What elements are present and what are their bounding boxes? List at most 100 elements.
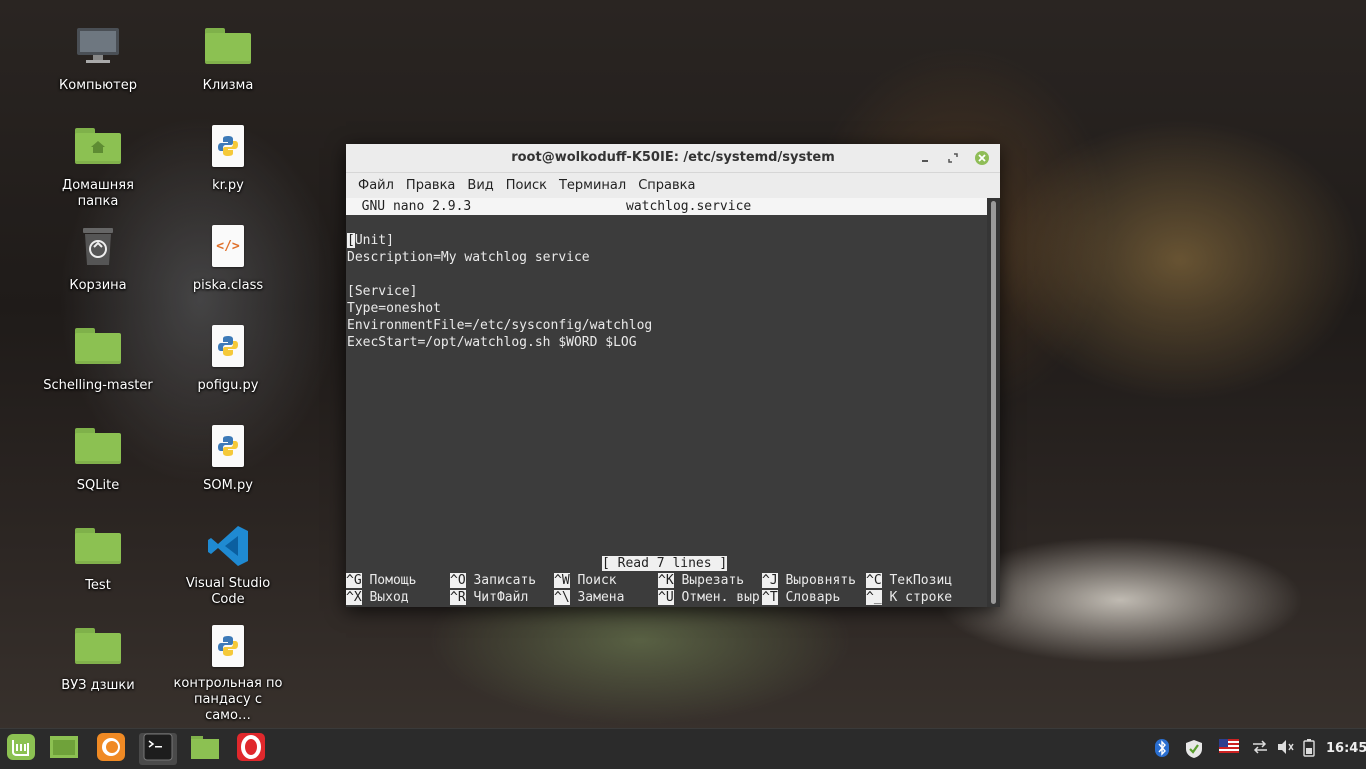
shortcut-label: Выровнять	[785, 573, 856, 588]
desktop-icon-label: контрольная по пандасу с само…	[173, 676, 283, 723]
shortcut-label: Словарь	[785, 590, 841, 605]
shortcut-label: Записать	[473, 573, 537, 588]
python-file-icon	[204, 624, 252, 668]
shortcut-key: ^X	[346, 590, 362, 605]
shortcut-key: ^J	[762, 573, 778, 588]
terminal-icon	[143, 733, 173, 765]
shortcut-label: ТекПозиц	[889, 573, 953, 588]
shortcut-replace: ^\ Замена	[554, 589, 624, 606]
window-titlebar[interactable]: root@wolkoduff-K50IE: /etc/systemd/syste…	[346, 144, 1000, 173]
desktop-icon-label: Корзина	[69, 278, 127, 293]
desktop-icon-kr-py[interactable]: kr.py	[173, 124, 283, 194]
home-folder-icon	[74, 124, 122, 168]
terminal-area[interactable]: GNU nano 2.9.3 watchlog.service [Unit] D…	[346, 198, 987, 607]
menu-search[interactable]: Поиск	[500, 178, 553, 193]
editor-line-5[interactable]: Type=oneshot	[347, 300, 441, 317]
shortcut-label: Поиск	[577, 573, 617, 588]
keyboard-layout-flag-icon[interactable]	[1219, 739, 1239, 757]
desktop-icon-kontrolnaya[interactable]: контрольная по пандасу с само…	[173, 624, 283, 724]
show-desktop-icon	[49, 734, 79, 764]
clock[interactable]: 16:45	[1326, 741, 1366, 756]
shortcut-label: Замена	[577, 590, 625, 605]
menu-terminal[interactable]: Терминал	[553, 178, 632, 193]
code-file-icon: </>	[204, 224, 252, 268]
desktop-icon-test[interactable]: Test	[43, 524, 153, 594]
menu-help[interactable]: Справка	[632, 178, 701, 193]
nano-header: GNU nano 2.9.3 watchlog.service	[346, 198, 987, 215]
mint-menu-button[interactable]	[2, 733, 40, 765]
shortcut-key: ^O	[450, 573, 466, 588]
menu-edit[interactable]: Правка	[400, 178, 461, 193]
shortcut-uncut: ^U Отмен. выр	[658, 589, 760, 606]
bluetooth-icon[interactable]	[1155, 739, 1169, 761]
editor-line-text: Unit]	[354, 233, 394, 248]
desktop-icon-computer[interactable]: Компьютер	[43, 24, 153, 94]
volume-icon[interactable]	[1277, 739, 1295, 759]
shortcut-justify: ^J Выровнять	[762, 572, 856, 589]
show-desktop-button[interactable]	[45, 733, 83, 765]
desktop-icon-pofigu-py[interactable]: pofigu.py	[173, 324, 283, 394]
desktop-icon-label: kr.py	[212, 178, 244, 193]
editor-line-7[interactable]: ExecStart=/opt/watchlog.sh $WORD $LOG	[347, 334, 637, 351]
desktop-icon-label: SOM.py	[203, 478, 253, 493]
terminal-window[interactable]: root@wolkoduff-K50IE: /etc/systemd/syste…	[346, 144, 1000, 607]
desktop-icon-trash[interactable]: Корзина	[43, 224, 153, 294]
shortcut-goto-line: ^_ К строке	[866, 589, 952, 606]
desktop-icon-label: Компьютер	[59, 78, 137, 93]
desktop-icon-label: ВУЗ дзшки	[61, 678, 135, 693]
firefox-button[interactable]	[92, 733, 130, 765]
scrollbar-thumb[interactable]	[991, 201, 996, 604]
python-file-icon	[204, 424, 252, 468]
firefox-icon	[96, 732, 126, 766]
desktop-icon-schelling-master[interactable]: Schelling-master	[43, 324, 153, 394]
desktop-icon-label: SQLite	[76, 478, 120, 493]
editor-line-4[interactable]: [Service]	[347, 283, 417, 300]
opera-icon	[236, 732, 266, 766]
nano-version: GNU nano 2.9.3	[346, 199, 472, 214]
shortcut-key: ^T	[762, 590, 778, 605]
shortcut-key: ^W	[554, 573, 570, 588]
shortcut-label: ЧитФайл	[473, 590, 529, 605]
desktop-icon-label: Клизма	[202, 78, 254, 93]
desktop-icon-home-folder[interactable]: Домашняя папка	[43, 124, 153, 210]
desktop-icon-label: Test	[85, 578, 111, 593]
editor-line-2[interactable]: Description=My watchlog service	[347, 249, 590, 266]
desktop-icon-piska-class[interactable]: </> piska.class	[173, 224, 283, 294]
shortcut-cut: ^K Вырезать	[658, 572, 744, 589]
network-icon[interactable]	[1251, 739, 1269, 759]
shortcut-label: Отмен. выр	[681, 590, 760, 605]
computer-icon	[74, 24, 122, 68]
desktop-icon-label: piska.class	[192, 278, 264, 293]
opera-button[interactable]	[232, 733, 270, 765]
folder-icon	[74, 424, 122, 468]
shortcut-label: К строке	[889, 590, 953, 605]
mint-menu-icon	[6, 733, 36, 765]
editor-line-1[interactable]: [Unit]	[347, 232, 394, 249]
window-title: root@wolkoduff-K50IE: /etc/systemd/syste…	[511, 150, 835, 165]
shortcut-spell: ^T Словарь	[762, 589, 840, 606]
menu-view[interactable]: Вид	[461, 178, 499, 193]
desktop-icon-sqlite[interactable]: SQLite	[43, 424, 153, 494]
battery-icon[interactable]	[1303, 739, 1315, 761]
desktop-icon-label: Домашняя папка	[62, 178, 134, 209]
editor-line-6[interactable]: EnvironmentFile=/etc/sysconfig/watchlog	[347, 317, 652, 334]
terminal-button[interactable]	[139, 733, 177, 765]
desktop-icon-vscode[interactable]: Visual Studio Code	[173, 524, 283, 608]
desktop-icon-vuz[interactable]: ВУЗ дзшки	[43, 624, 153, 694]
text-cursor: [	[347, 233, 355, 248]
desktop-icon-label: pofigu.py	[197, 378, 259, 393]
shortcut-help: ^G Помощь	[346, 572, 416, 589]
desktop-icon-klizma[interactable]: Клизма	[173, 24, 283, 94]
desktop-icon-som-py[interactable]: SOM.py	[173, 424, 283, 494]
desktop-icon-label: Schelling-master	[43, 378, 153, 393]
shortcut-read-file: ^R ЧитФайл	[450, 589, 528, 606]
shortcut-search: ^W Поиск	[554, 572, 617, 589]
maximize-button[interactable]	[944, 149, 962, 167]
close-button[interactable]	[973, 149, 991, 167]
files-button[interactable]	[186, 733, 224, 765]
update-shield-icon[interactable]	[1185, 739, 1203, 763]
vscode-icon	[204, 524, 252, 568]
menu-file[interactable]: Файл	[352, 178, 400, 193]
scrollbar[interactable]	[987, 198, 1000, 607]
minimize-button[interactable]	[916, 149, 934, 167]
